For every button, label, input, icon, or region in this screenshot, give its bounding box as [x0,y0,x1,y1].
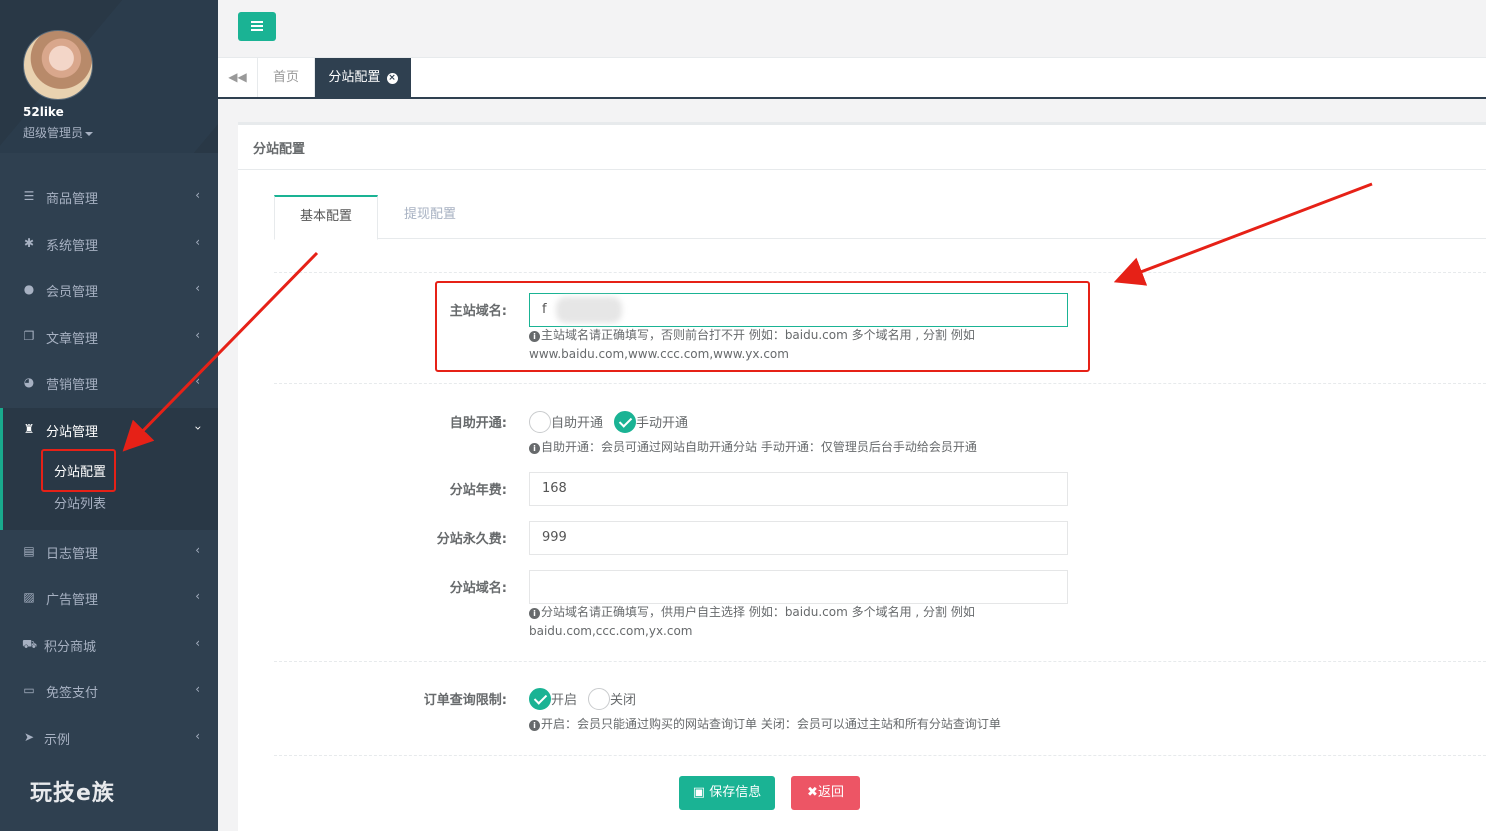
annotation-arrows [122,182,1373,452]
annotation-arrow [1113,182,1373,286]
annotation-arrow [122,251,319,452]
